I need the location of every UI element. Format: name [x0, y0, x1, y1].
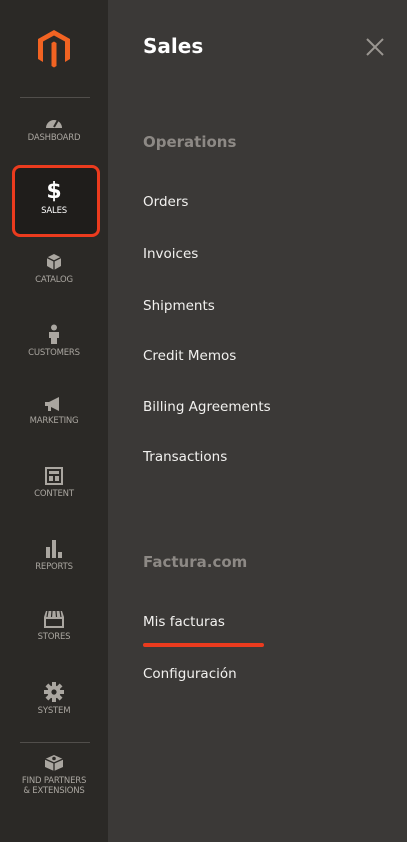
- megaphone-icon: [45, 397, 59, 411]
- magento-logo[interactable]: [0, 0, 108, 98]
- sidebar-item-label: MARKETING: [29, 416, 79, 426]
- sidebar-item-label: CUSTOMERS: [28, 348, 80, 358]
- sidebar-item-content[interactable]: CONTENT: [0, 467, 108, 499]
- sales-flyout-panel: Sales Operations Orders Invoices Shipmen…: [108, 0, 407, 842]
- layout-icon: [45, 467, 63, 485]
- menu-link-mis-facturas[interactable]: Mis facturas: [143, 614, 225, 630]
- magento-logo-icon: [38, 30, 70, 68]
- close-icon[interactable]: [364, 36, 386, 58]
- gear-icon: [44, 682, 64, 702]
- storefront-icon: [44, 610, 64, 628]
- menu-link-orders[interactable]: Orders: [143, 194, 188, 210]
- bar-chart-icon: [46, 540, 62, 558]
- group-title-operations: Operations: [143, 133, 237, 151]
- sidebar-item-label: CATALOG: [35, 275, 73, 285]
- sidebar-item-dashboard[interactable]: DASHBOARD: [0, 115, 108, 143]
- extension-box-icon: [44, 755, 64, 771]
- highlight-underline: [143, 643, 264, 647]
- sidebar-item-label: SALES: [41, 206, 67, 216]
- menu-link-shipments[interactable]: Shipments: [143, 298, 215, 314]
- panel-title: Sales: [143, 34, 204, 58]
- sidebar-item-catalog[interactable]: CATALOG: [0, 253, 108, 285]
- sidebar-item-label: REPORTS: [35, 562, 73, 572]
- dollar-sign-icon: $: [46, 179, 62, 204]
- menu-link-configuracion[interactable]: Configuración: [143, 666, 237, 682]
- sidebar-item-marketing[interactable]: MARKETING: [0, 396, 108, 426]
- menu-link-credit-memos[interactable]: Credit Memos: [143, 348, 236, 364]
- sidebar-item-stores[interactable]: STORES: [0, 610, 108, 642]
- menu-link-invoices[interactable]: Invoices: [143, 246, 198, 262]
- group-title-factura: Factura.com: [143, 553, 248, 571]
- menu-link-billing-agreements[interactable]: Billing Agreements: [143, 399, 271, 415]
- sidebar-item-label-line2: & EXTENSIONS: [23, 786, 85, 796]
- sidebar-item-sales[interactable]: $ SALES: [0, 179, 108, 217]
- sidebar-separator: [20, 97, 90, 98]
- sidebar-item-label: DASHBOARD: [27, 133, 81, 143]
- sidebar-item-label: SYSTEM: [37, 706, 71, 716]
- sidebar-separator: [20, 742, 90, 743]
- sidebar-item-customers[interactable]: CUSTOMERS: [0, 324, 108, 358]
- menu-link-transactions[interactable]: Transactions: [143, 449, 227, 465]
- sidebar-item-label: CONTENT: [34, 489, 74, 499]
- box-icon: [46, 254, 62, 270]
- person-icon: [49, 324, 59, 344]
- sidebar-item-label: STORES: [37, 632, 71, 642]
- dashboard-gauge-icon: [46, 119, 62, 128]
- sidebar-item-reports[interactable]: REPORTS: [0, 538, 108, 572]
- sidebar-item-label-line1: FIND PARTNERS: [21, 776, 87, 786]
- sidebar-item-find-partners[interactable]: FIND PARTNERS & EXTENSIONS: [0, 754, 108, 796]
- sidebar-item-system[interactable]: SYSTEM: [0, 682, 108, 716]
- admin-sidebar: DASHBOARD $ SALES CATALOG CUSTOMERS MARK…: [0, 0, 108, 842]
